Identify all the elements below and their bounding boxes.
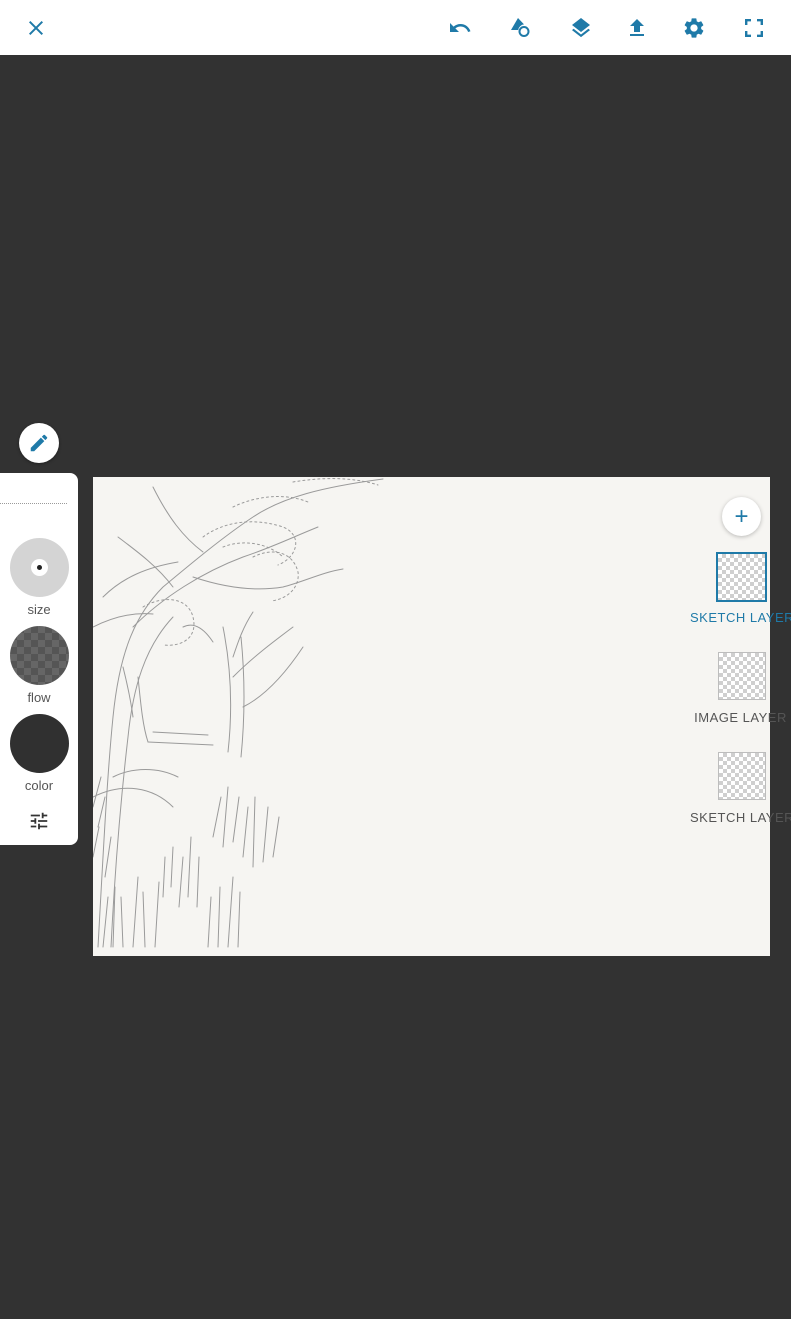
fullscreen-button[interactable]: [737, 11, 771, 45]
layer-label-sketch-active[interactable]: SKETCH LAYER: [690, 610, 791, 625]
flow-control[interactable]: [10, 626, 69, 685]
export-button[interactable]: [620, 11, 654, 45]
brush-tool-panel: size flow color: [0, 473, 78, 845]
sliders-icon: [30, 812, 48, 830]
sketch-drawing: [93, 478, 384, 948]
size-dot: [37, 565, 42, 570]
drawing-canvas[interactable]: [93, 477, 770, 956]
color-control[interactable]: [10, 714, 69, 773]
size-label: size: [27, 602, 51, 617]
brush-tool-button[interactable]: [19, 423, 59, 463]
color-label: color: [24, 778, 54, 793]
brush-settings-button[interactable]: [27, 809, 51, 833]
settings-button[interactable]: [677, 11, 711, 45]
pencil-icon: [30, 434, 48, 452]
brush-stroke-preview: [0, 503, 67, 506]
add-layer-button[interactable]: +: [722, 497, 761, 536]
layers-button[interactable]: [564, 11, 598, 45]
plus-icon: +: [734, 502, 749, 530]
top-toolbar: [0, 0, 791, 55]
layer-thumbnail-sketch-active[interactable]: [716, 552, 767, 602]
gear-icon: [684, 18, 704, 38]
layer-label-sketch[interactable]: SKETCH LAYER: [690, 810, 791, 825]
undo-icon: [450, 23, 471, 32]
fullscreen-icon: [745, 19, 763, 37]
layer-thumbnail-image[interactable]: [718, 652, 766, 700]
shapes-button[interactable]: [504, 11, 538, 45]
size-control[interactable]: [10, 538, 69, 597]
upload-icon: [630, 19, 644, 36]
close-icon: [29, 21, 43, 35]
close-button[interactable]: [19, 11, 53, 45]
undo-button[interactable]: [443, 11, 477, 45]
flow-label: flow: [27, 690, 51, 705]
shapes-icon: [511, 18, 530, 37]
layer-label-image[interactable]: IMAGE LAYER: [690, 710, 791, 725]
layers-icon: [572, 18, 590, 38]
layer-thumbnail-sketch[interactable]: [718, 752, 766, 800]
